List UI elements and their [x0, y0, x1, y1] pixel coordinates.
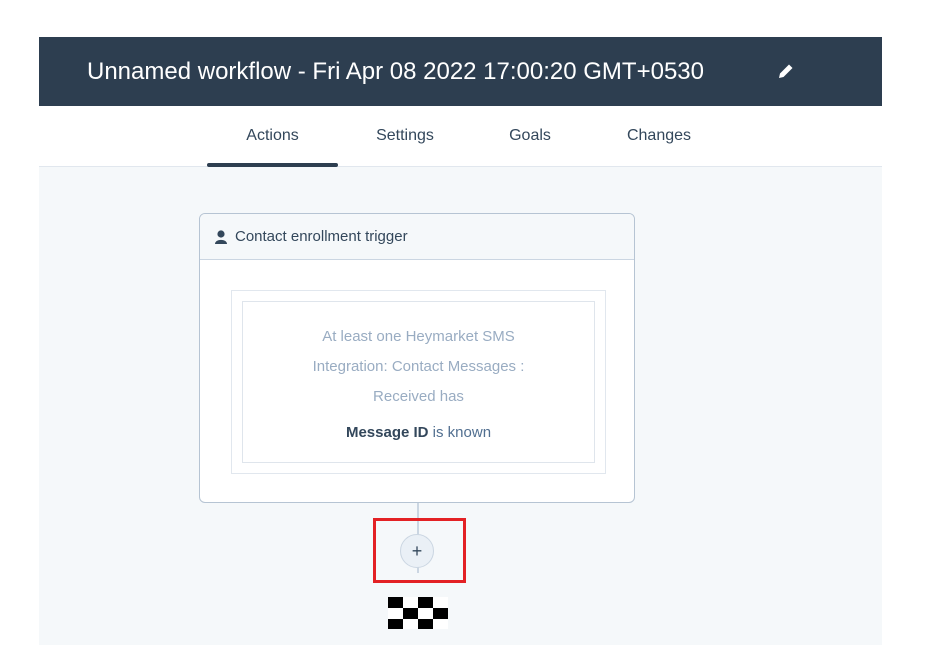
highlight-annotation	[373, 518, 466, 583]
edit-title-button[interactable]	[773, 58, 799, 84]
tab-label: Settings	[376, 127, 434, 144]
tab-label: Goals	[509, 127, 551, 144]
tab-bar: Actions Settings Goals Changes	[39, 106, 882, 167]
tab-goals[interactable]: Goals	[489, 106, 571, 166]
filter-property: Message ID	[345, 424, 429, 441]
checkered-flag-icon	[388, 597, 448, 629]
filter-text-line: Integration: Contact Messages :	[312, 358, 525, 375]
tab-label: Changes	[626, 127, 692, 144]
active-tab-indicator	[207, 163, 338, 167]
filter-condition[interactable]: At least one Heymarket SMS Integration: …	[242, 301, 595, 463]
filter-criteria: Message ID is known	[243, 418, 594, 448]
tab-label: Actions	[246, 127, 299, 144]
contact-icon	[215, 229, 227, 244]
enrollment-trigger-card[interactable]: Contact enrollment trigger At least one …	[199, 213, 635, 503]
filter-operator: is known	[432, 424, 492, 441]
filter-text-line: At least one Heymarket SMS	[322, 328, 515, 345]
pencil-icon	[779, 64, 793, 78]
workflow-editor: Unnamed workflow - Fri Apr 08 2022 17:00…	[39, 37, 882, 645]
filter-group: At least one Heymarket SMS Integration: …	[231, 290, 606, 474]
trigger-header[interactable]: Contact enrollment trigger	[200, 214, 634, 260]
header-bar: Unnamed workflow - Fri Apr 08 2022 17:00…	[39, 37, 882, 106]
tab-actions[interactable]: Actions	[207, 106, 338, 166]
filter-text-line: Received has	[373, 388, 464, 405]
trigger-label: Contact enrollment trigger	[235, 228, 408, 245]
workflow-title[interactable]: Unnamed workflow - Fri Apr 08 2022 17:00…	[87, 58, 704, 86]
tab-changes[interactable]: Changes	[609, 106, 709, 166]
tab-settings[interactable]: Settings	[359, 106, 451, 166]
